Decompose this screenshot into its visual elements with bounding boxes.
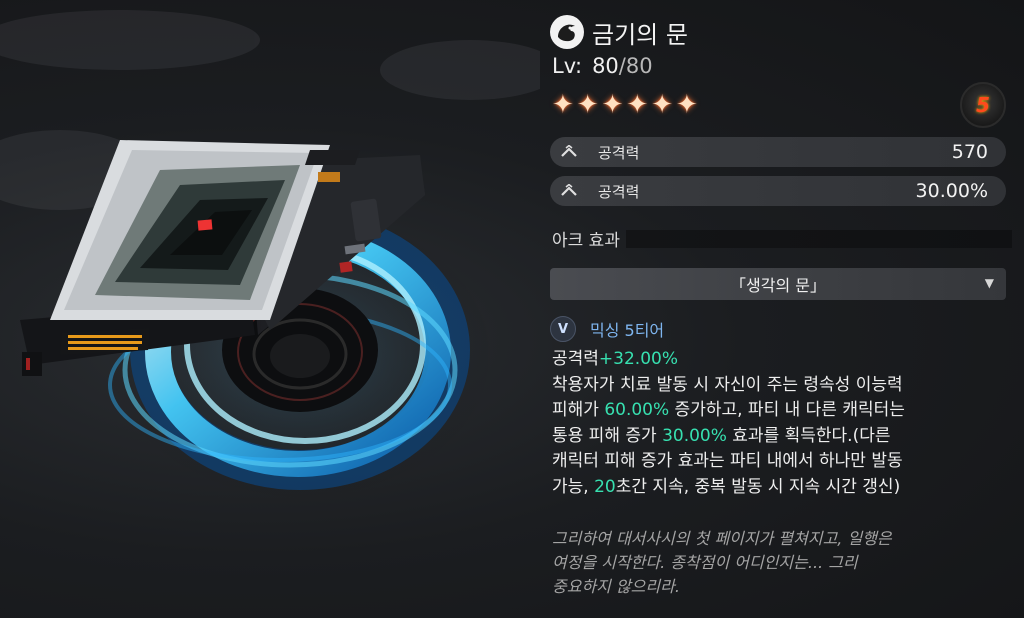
effect-line-2: 피해가 60.00% 증가하고, 파티 내 다른 캐릭터는 <box>552 398 1012 424</box>
ark-effect-name: 「생각의 문」 <box>730 276 826 295</box>
bonus-prefix: 공격력 <box>552 349 599 369</box>
section-divider <box>625 229 1012 248</box>
flavor-line-3: 중요하지 않으리라. <box>552 577 680 596</box>
effect-line-5: 가능, 20초간 지속, 중복 발동 시 지속 시간 갱신) <box>552 475 1012 501</box>
chevron-down-icon: ▼ <box>984 276 994 290</box>
tier-icon: V <box>550 316 576 342</box>
star-rating: ✦ ✦ ✦ ✦ ✦ ✦ <box>552 90 698 120</box>
star-icon: ✦ <box>552 90 574 120</box>
stat-label: 공격력 <box>598 143 640 162</box>
star-icon: ✦ <box>651 90 673 120</box>
star-icon: ✦ <box>626 90 649 120</box>
level-max: /80 <box>618 54 653 78</box>
effect-line-1: 착용자가 치료 발동 시 자신이 주는 령속성 이능력 <box>552 374 903 395</box>
stat-label: 공격력 <box>598 182 640 201</box>
flavor-line-2: 여정을 시작한다. 종착점이 어디인지는... 그리 <box>552 553 858 572</box>
flavor-line-1: 그리하여 대서사시의 첫 페이지가 펼쳐지고, 일행은 <box>552 529 892 548</box>
bonus-value: +32.00% <box>598 349 678 369</box>
level-label: Lv: <box>552 54 583 78</box>
effect-text: 초간 지속, 중복 발동 시 지속 시간 갱신) <box>615 476 901 497</box>
rarity-badge-icon: 5 <box>960 82 1006 128</box>
ark-effect-dropdown[interactable]: 「생각의 문」 ▼ <box>550 268 1006 300</box>
effect-text: 효과를 획득한다.(다른 <box>726 425 891 446</box>
tier-row: V 믹싱 5티어 <box>550 316 664 342</box>
effect-text: 증가하고, 파티 내 다른 캐릭터는 <box>669 400 905 420</box>
stat-row-attack: 공격력 570 <box>550 137 1006 167</box>
ark-effect-section-header: 아크 효과 <box>552 226 1012 251</box>
effect-line-3: 통용 피해 증가 30.00% 효과를 획득한다.(다른 <box>552 424 1012 450</box>
tier-label: 믹싱 5티어 <box>590 321 665 340</box>
effect-text: 가능, <box>552 476 595 497</box>
effect-bonus-line: 공격력+32.00% <box>552 347 1012 373</box>
effect-description: 공격력+32.00% 착용자가 치료 발동 시 자신이 주는 령속성 이능력 피… <box>552 347 1012 500</box>
section-label: 아크 효과 <box>552 231 620 251</box>
stat-value: 30.00% <box>915 180 988 202</box>
effect-text: 통용 피해 증가 <box>552 425 663 446</box>
item-artwork <box>0 10 540 505</box>
title-row: 금기의 문 <box>550 14 688 50</box>
flavor-text: 그리하여 대서사시의 첫 페이지가 펼쳐지고, 일행은 여정을 시작한다. 종착… <box>552 527 1012 599</box>
star-icon: ✦ <box>601 90 624 120</box>
stat-value: 570 <box>951 141 988 163</box>
rarity-badge-text: 5 <box>976 93 990 117</box>
dragon-emblem-icon <box>550 15 584 49</box>
star-icon: ✦ <box>576 90 599 120</box>
effect-text: 피해가 <box>552 400 605 420</box>
effect-value: 20 <box>594 476 616 497</box>
stat-row-attack-percent: 공격력 30.00% <box>550 176 1006 206</box>
level-current: 80 <box>592 54 619 78</box>
chevron-up-icon <box>560 182 578 200</box>
effect-value: 30.00% <box>662 425 727 446</box>
level-row: Lv: 80/80 <box>552 54 653 78</box>
effect-line-4: 캐릭터 피해 증가 효과는 파티 내에서 하나만 발동 <box>552 451 903 471</box>
effect-value: 60.00% <box>604 400 670 420</box>
item-detail-panel: 금기의 문 Lv: 80/80 ✦ ✦ ✦ ✦ ✦ ✦ 5 공격력 570 공격력 30.0… <box>550 0 1014 618</box>
star-icon: ✦ <box>675 90 698 120</box>
item-name: 금기의 문 <box>592 20 688 49</box>
chevron-up-icon <box>560 143 578 161</box>
